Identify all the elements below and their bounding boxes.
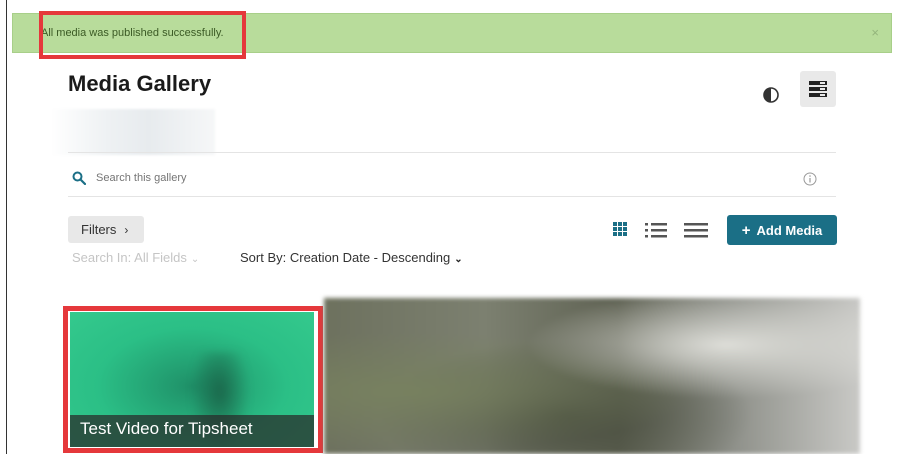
- add-media-button[interactable]: + Add Media: [727, 215, 837, 245]
- search-in-dropdown[interactable]: Search In: All Fields ⌄: [72, 250, 199, 265]
- layout-toggle-icon: [809, 81, 827, 97]
- filters-label: Filters: [81, 222, 117, 237]
- list-view-icon[interactable]: [645, 222, 667, 238]
- layout-toggle-button[interactable]: [800, 71, 836, 107]
- divider: [68, 152, 836, 153]
- sort-by-label: Sort By: Creation Date - Descending: [240, 250, 451, 265]
- gallery-search-input[interactable]: [96, 168, 696, 188]
- media-tile-blurred[interactable]: [324, 298, 860, 454]
- filters-button[interactable]: Filters ›: [68, 216, 144, 243]
- gallery-description-blurred: [50, 109, 215, 155]
- sort-by-dropdown[interactable]: Sort By: Creation Date - Descending ⌄: [240, 250, 463, 265]
- divider: [68, 196, 836, 197]
- chevron-right-icon: ›: [124, 222, 129, 237]
- alert-close-icon[interactable]: ×: [871, 25, 879, 40]
- chevron-down-icon: ⌄: [454, 254, 463, 265]
- success-alert: All media was published successfully. ×: [12, 13, 892, 53]
- contrast-icon[interactable]: [763, 87, 779, 103]
- media-tile[interactable]: Test Video for Tipsheet: [70, 312, 314, 447]
- page-title: Media Gallery: [68, 71, 212, 96]
- compact-view-icon[interactable]: [684, 222, 708, 238]
- plus-icon: +: [741, 221, 751, 239]
- search-icon: [72, 171, 86, 185]
- chevron-down-icon: ⌄: [190, 254, 200, 265]
- add-media-label: Add Media: [756, 222, 823, 238]
- grid-view-icon[interactable]: [612, 221, 628, 237]
- alert-message: All media was published successfully.: [41, 27, 224, 39]
- search-in-label: Search In: All Fields: [72, 250, 187, 265]
- page-edge-rule: [6, 0, 7, 454]
- media-title[interactable]: Test Video for Tipsheet: [80, 419, 253, 439]
- info-icon[interactable]: [803, 172, 817, 186]
